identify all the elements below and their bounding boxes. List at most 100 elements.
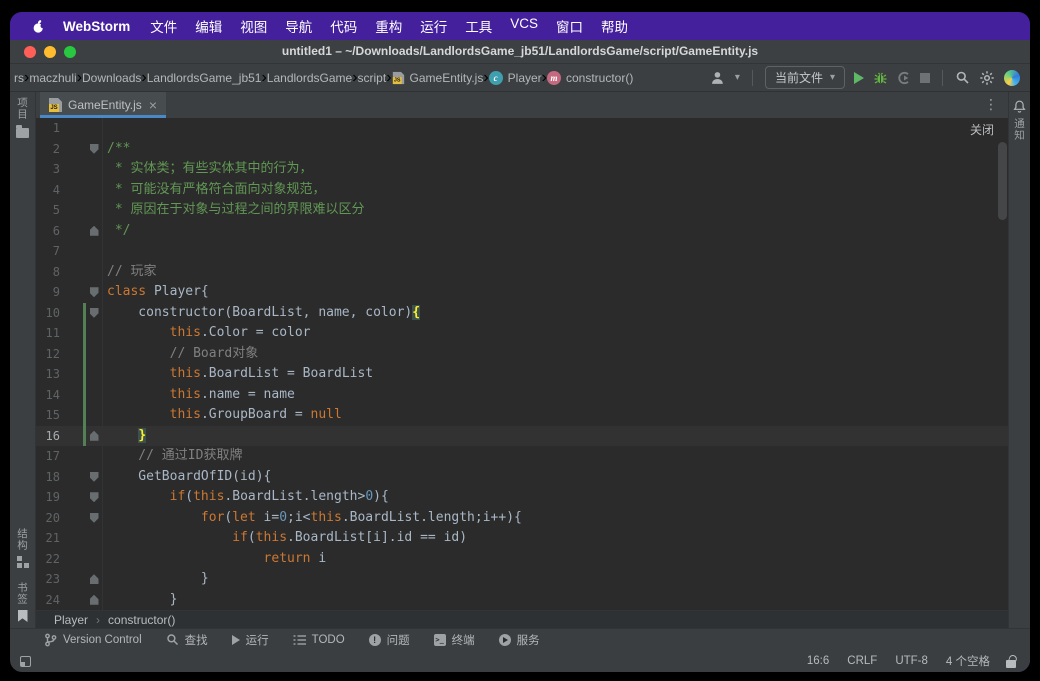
- services-icon: [499, 634, 511, 646]
- zoom-window-button[interactable]: [64, 46, 76, 58]
- unlock-icon[interactable]: [1006, 660, 1016, 668]
- code-text: /**: [107, 139, 130, 160]
- code-text: }: [107, 590, 177, 611]
- tool-window-button-search[interactable]: 查找: [166, 632, 208, 648]
- menu-item[interactable]: 视图: [240, 16, 267, 36]
- close-banner-link[interactable]: 关闭: [970, 121, 994, 138]
- notifications-label[interactable]: 通知: [1012, 118, 1027, 141]
- menu-item[interactable]: 代码: [330, 16, 357, 36]
- code-line: 23 }: [36, 569, 1008, 590]
- fold-marker-icon[interactable]: [90, 513, 99, 523]
- code-text: */: [107, 221, 130, 242]
- close-window-button[interactable]: [24, 46, 36, 58]
- breadcrumb-item[interactable]: JSGameEntity.js: [392, 71, 484, 85]
- toolbar-separator: [942, 70, 943, 86]
- structure-tool-button[interactable]: 结构: [15, 528, 30, 568]
- editor-options-menu[interactable]: ⋮: [984, 96, 998, 114]
- menu-item[interactable]: 工具: [465, 16, 492, 36]
- fold-marker-icon[interactable]: [90, 144, 99, 154]
- folder-icon: [16, 128, 29, 138]
- menu-item[interactable]: 文件: [150, 16, 177, 36]
- close-tab-icon[interactable]: ×: [149, 98, 157, 112]
- tool-window-button-problems[interactable]: !问题: [369, 632, 410, 648]
- user-icon[interactable]: [711, 71, 726, 85]
- fold-marker-icon[interactable]: [90, 431, 99, 441]
- fold-marker-icon[interactable]: [90, 472, 99, 482]
- code-line: 18 GetBoardOfID(id){: [36, 467, 1008, 488]
- js-file-icon: JS: [49, 98, 62, 112]
- debug-button[interactable]: [873, 70, 888, 85]
- bookmarks-tool-button[interactable]: 书签: [15, 582, 30, 622]
- tool-windows-icon[interactable]: [20, 656, 31, 667]
- fold-marker-icon[interactable]: [90, 492, 99, 502]
- apple-icon[interactable]: [32, 19, 45, 34]
- bell-icon[interactable]: [1013, 100, 1026, 113]
- breadcrumb-item[interactable]: rs: [14, 71, 24, 85]
- menu-item[interactable]: 运行: [420, 16, 447, 36]
- line-number: 8: [36, 265, 60, 279]
- settings-gear-icon[interactable]: [979, 70, 995, 86]
- line-number: 21: [36, 531, 60, 545]
- structure-icon: [17, 556, 29, 568]
- menu-item[interactable]: 帮助: [601, 16, 628, 36]
- menu-item[interactable]: 编辑: [195, 16, 222, 36]
- tool-window-button-run[interactable]: 运行: [232, 632, 269, 648]
- breadcrumb-item[interactable]: Downloads: [82, 71, 141, 85]
- bookmark-icon: [18, 610, 28, 622]
- code-line: 13 this.BoardList = BoardList: [36, 364, 1008, 385]
- line-number: 18: [36, 470, 60, 484]
- status-line-separator[interactable]: CRLF: [847, 655, 877, 667]
- breadcrumb-item[interactable]: cPlayer: [489, 71, 542, 85]
- code-text: // Board对象: [107, 344, 258, 365]
- git-branch-icon: [44, 633, 57, 647]
- fold-marker-icon[interactable]: [90, 308, 99, 318]
- breadcrumb-item[interactable]: mconstructor(): [547, 71, 633, 85]
- tool-window-button-terminal[interactable]: >_终端: [434, 632, 475, 648]
- tab-gameentity-js[interactable]: JS GameEntity.js ×: [40, 92, 166, 118]
- status-caret-position[interactable]: 16:6: [807, 655, 829, 667]
- tool-window-button-git-branch[interactable]: Version Control: [44, 633, 142, 647]
- breadcrumb-item[interactable]: maczhuli: [29, 71, 76, 85]
- code-editor[interactable]: 12/**3 * 实体类；有些实体其中的行为，4 * 可能没有严格符合面向对象规…: [36, 118, 1008, 610]
- breadcrumb-item[interactable]: script: [358, 71, 387, 85]
- code-line: 19 if(this.BoardList.length>0){: [36, 487, 1008, 508]
- run-button[interactable]: [854, 72, 864, 84]
- fold-marker-icon[interactable]: [90, 595, 99, 605]
- menu-item[interactable]: VCS: [510, 16, 538, 36]
- main-toolbar: ▾ 当前文件 ▾: [711, 66, 1020, 89]
- breadcrumb-item[interactable]: LandlordsGame: [267, 71, 352, 85]
- menu-item[interactable]: 重构: [375, 16, 402, 36]
- tool-window-button-todo-list[interactable]: TODO: [293, 634, 345, 646]
- run-with-coverage-button[interactable]: [897, 71, 911, 85]
- fold-marker-icon[interactable]: [90, 226, 99, 236]
- fold-marker-icon[interactable]: [90, 574, 99, 584]
- minimize-window-button[interactable]: [44, 46, 56, 58]
- run-configuration-selector[interactable]: 当前文件 ▾: [765, 66, 845, 89]
- line-number: 23: [36, 572, 60, 586]
- menu-item[interactable]: 导航: [285, 16, 312, 36]
- window-title-bar: untitled1 – ~/Downloads/LandlordsGame_jb…: [10, 40, 1030, 64]
- menu-item[interactable]: 窗口: [556, 16, 583, 36]
- status-encoding[interactable]: UTF-8: [895, 655, 928, 667]
- breadcrumb-item[interactable]: LandlordsGame_jb51: [147, 71, 262, 85]
- project-tool-button[interactable]: 项目: [15, 97, 30, 138]
- editor-breadcrumb-item[interactable]: constructor(): [108, 613, 175, 627]
- editor-breadcrumb-item[interactable]: Player: [54, 613, 88, 627]
- line-number: 9: [36, 285, 60, 299]
- screen-bezel: WebStorm 文件编辑视图导航代码重构运行工具VCS窗口帮助 untitle…: [0, 0, 1040, 681]
- project-label: 项目: [15, 97, 30, 120]
- editor-scrollbar[interactable]: [998, 142, 1007, 220]
- user-dropdown-arrow-icon[interactable]: ▾: [735, 72, 740, 83]
- line-number: 5: [36, 203, 60, 217]
- status-indent[interactable]: 4 个空格: [946, 653, 990, 669]
- code-text: constructor(BoardList, name, color){: [107, 303, 420, 324]
- code-line: 11 this.Color = color: [36, 323, 1008, 344]
- fold-column: [86, 144, 102, 154]
- tool-window-button-services[interactable]: 服务: [499, 632, 540, 648]
- code-text: * 可能没有严格符合面向对象规范，: [107, 180, 325, 201]
- menu-app-name[interactable]: WebStorm: [63, 19, 130, 34]
- search-everywhere-icon[interactable]: [955, 70, 970, 85]
- stop-button[interactable]: [920, 73, 930, 83]
- fold-marker-icon[interactable]: [90, 287, 99, 297]
- space-icon[interactable]: [1004, 70, 1020, 86]
